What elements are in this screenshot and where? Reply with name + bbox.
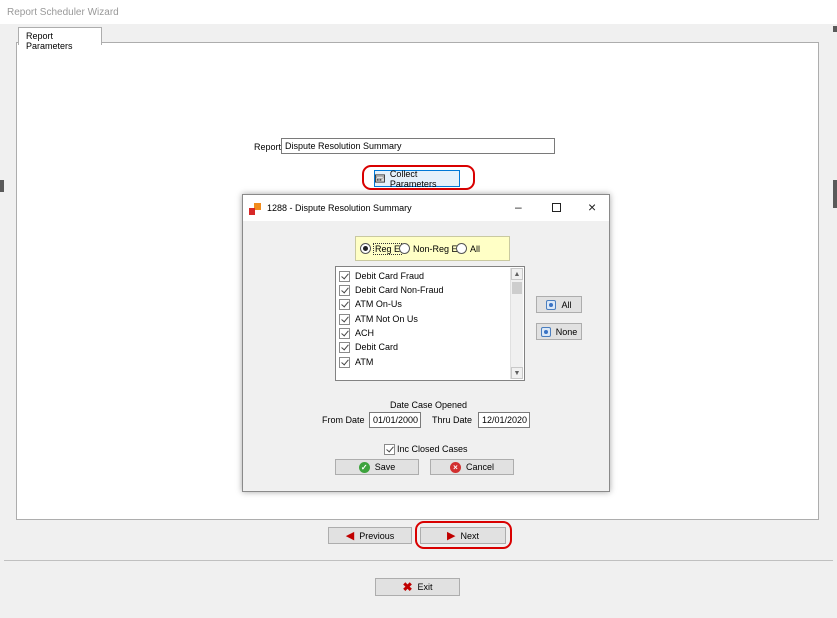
- exit-button[interactable]: ✖ Exit: [375, 578, 460, 596]
- select-none-icon: [540, 326, 551, 337]
- window-titlebar: Report Scheduler Wizard: [0, 0, 837, 24]
- select-all-label: All: [561, 299, 572, 310]
- inc-closed-cases-label: Inc Closed Cases: [397, 444, 468, 454]
- close-icon[interactable]: ×: [588, 199, 596, 215]
- inc-closed-cases-checkbox[interactable]: [384, 444, 395, 455]
- cancel-x-icon: ×: [449, 461, 461, 473]
- list-item-label: ATM Not On Us: [355, 314, 418, 324]
- dialog-title: 1288 - Dispute Resolution Summary: [267, 203, 412, 213]
- checkbox[interactable]: [339, 356, 350, 368]
- thru-date-field[interactable]: 12/01/2020: [478, 412, 530, 428]
- parameters-dialog: 1288 - Dispute Resolution Summary – × Re…: [242, 194, 610, 492]
- date-group-label: Date Case Opened: [390, 400, 468, 410]
- radio-reg-e-label: Reg E: [373, 243, 403, 255]
- list-item-label: Debit Card Non-Fraud: [355, 285, 444, 295]
- list-item-label: Debit Card: [355, 342, 399, 352]
- checkbox[interactable]: [339, 341, 350, 353]
- save-button-label: Save: [374, 462, 396, 472]
- window-title: Report Scheduler Wizard: [7, 7, 119, 18]
- thru-date-label: Thru Date: [432, 415, 473, 425]
- background-edge: [0, 180, 4, 192]
- background-edge: [833, 180, 837, 208]
- list-item[interactable]: ACH: [339, 326, 374, 340]
- previous-button-label: Previous: [359, 530, 395, 541]
- select-none-label: None: [555, 326, 578, 337]
- radio-reg-e[interactable]: [360, 243, 371, 254]
- arrow-right-icon: ▶: [447, 530, 456, 542]
- list-item[interactable]: ATM On-Us: [339, 297, 402, 311]
- from-date-label: From Date: [322, 415, 365, 425]
- select-none-button[interactable]: None: [536, 323, 582, 340]
- checkbox[interactable]: [339, 298, 350, 310]
- save-check-icon: ✓: [358, 461, 370, 473]
- select-all-icon: [546, 299, 557, 310]
- background-edge: [833, 26, 837, 32]
- exit-button-label: Exit: [417, 582, 433, 592]
- checkbox[interactable]: [339, 270, 350, 282]
- minimize-icon[interactable]: –: [515, 200, 522, 214]
- collect-parameters-button[interactable]: Collect Parameters: [374, 168, 460, 189]
- maximize-icon[interactable]: [552, 203, 561, 212]
- scroll-down-icon[interactable]: ▼: [511, 367, 523, 379]
- list-item-label: ATM On-Us: [355, 299, 402, 309]
- radio-all-label: All: [470, 244, 481, 254]
- previous-button[interactable]: ◀ Previous: [328, 527, 412, 544]
- list-item[interactable]: Debit Card: [339, 340, 398, 354]
- scroll-up-icon[interactable]: ▲: [511, 268, 523, 280]
- dialog-titlebar: 1288 - Dispute Resolution Summary – ×: [243, 195, 609, 221]
- from-date-field[interactable]: 01/01/2000: [369, 412, 421, 428]
- report-label: Report: [254, 142, 282, 152]
- next-button[interactable]: ▶ Next: [420, 527, 506, 544]
- case-type-listbox[interactable]: Debit Card Fraud Debit Card Non-Fraud AT…: [335, 266, 525, 381]
- scroll-thumb[interactable]: [512, 282, 522, 294]
- cancel-button[interactable]: × Cancel: [430, 459, 514, 475]
- collect-button-label: Collect Parameters: [389, 168, 437, 189]
- list-item[interactable]: ATM: [339, 355, 373, 369]
- collect-icon: [375, 174, 385, 183]
- list-item-label: ATM: [355, 357, 374, 367]
- next-button-label: Next: [460, 530, 479, 541]
- listbox-scrollbar[interactable]: ▲ ▼: [510, 268, 523, 379]
- checkbox[interactable]: [339, 327, 350, 339]
- list-item-label: Debit Card Fraud: [355, 271, 425, 281]
- list-item[interactable]: Debit Card Non-Fraud: [339, 283, 444, 297]
- list-item[interactable]: Debit Card Fraud: [339, 269, 424, 283]
- report-name-field[interactable]: Dispute Resolution Summary: [281, 138, 555, 154]
- tab-report-parameters[interactable]: Report Parameters: [18, 27, 102, 51]
- tab-label: Report Parameters: [26, 31, 73, 51]
- checkbox[interactable]: [339, 284, 350, 296]
- list-item-label: ACH: [355, 328, 375, 338]
- app-icon: [249, 203, 261, 215]
- list-item[interactable]: ATM Not On Us: [339, 312, 418, 326]
- save-button[interactable]: ✓ Save: [335, 459, 419, 475]
- checkbox[interactable]: [339, 313, 350, 325]
- select-all-button[interactable]: All: [536, 296, 582, 313]
- exit-x-icon: ✖: [402, 580, 413, 594]
- radio-non-reg-e-label: Non-Reg E: [413, 244, 458, 254]
- arrow-left-icon: ◀: [345, 530, 355, 542]
- cancel-button-label: Cancel: [465, 462, 494, 472]
- separator: [4, 560, 833, 561]
- radio-non-reg-e[interactable]: [399, 243, 410, 254]
- reg-e-radio-group: Reg E Non-Reg E All: [355, 236, 510, 261]
- radio-all[interactable]: [456, 243, 467, 254]
